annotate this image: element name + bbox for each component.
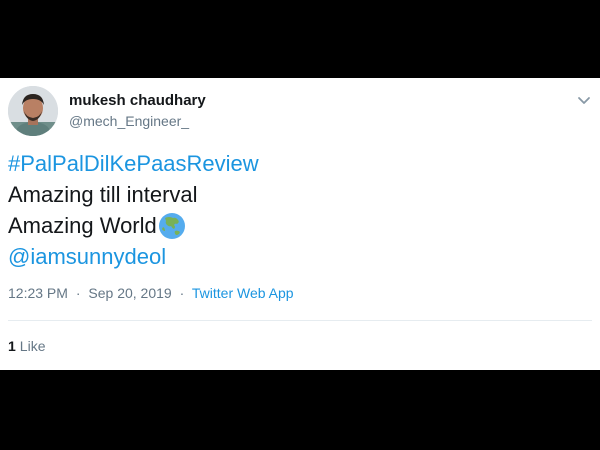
- tweet-date[interactable]: Sep 20, 2019: [88, 285, 171, 301]
- tweet-text: #PalPalDilKePaasReview Amazing till inte…: [8, 148, 568, 272]
- tweet-menu-button[interactable]: [576, 92, 592, 108]
- tweet-text-line-3: Amazing World: [8, 213, 157, 238]
- meta-separator: ·: [179, 285, 185, 301]
- tweet-line-2: Amazing till interval: [8, 179, 568, 210]
- likes-label: Like: [19, 338, 46, 354]
- tweet-text-line-2: Amazing till interval: [8, 182, 198, 207]
- author-avatar[interactable]: [8, 86, 58, 136]
- tweet-metadata: 12:23 PM · Sep 20, 2019 · Twitter Web Ap…: [8, 285, 294, 301]
- mention-link[interactable]: @iamsunnydeol: [8, 241, 166, 272]
- tweet-line-hashtag: #PalPalDilKePaasReview: [8, 148, 568, 179]
- tweet-line-3: Amazing World: [8, 210, 568, 241]
- likes-stat[interactable]: 1 Like: [8, 338, 45, 354]
- tweet-card: mukesh chaudhary @mech_Engineer_ #PalPal…: [0, 78, 600, 370]
- globe-asia-icon: [158, 212, 186, 240]
- divider: [8, 320, 592, 321]
- author-handle[interactable]: @mech_Engineer_: [69, 113, 189, 129]
- screenshot-frame: mukesh chaudhary @mech_Engineer_ #PalPal…: [0, 0, 600, 450]
- author-display-name[interactable]: mukesh chaudhary: [69, 92, 206, 109]
- likes-count: 1: [8, 338, 16, 354]
- meta-separator: ·: [75, 285, 81, 301]
- tweet-time[interactable]: 12:23 PM: [8, 285, 68, 301]
- avatar-photo-icon: [8, 86, 58, 136]
- tweet-source-link[interactable]: Twitter Web App: [192, 285, 294, 301]
- hashtag-link[interactable]: #PalPalDilKePaasReview: [8, 148, 259, 179]
- chevron-down-icon: [578, 97, 590, 104]
- tweet-line-mention: @iamsunnydeol: [8, 241, 568, 272]
